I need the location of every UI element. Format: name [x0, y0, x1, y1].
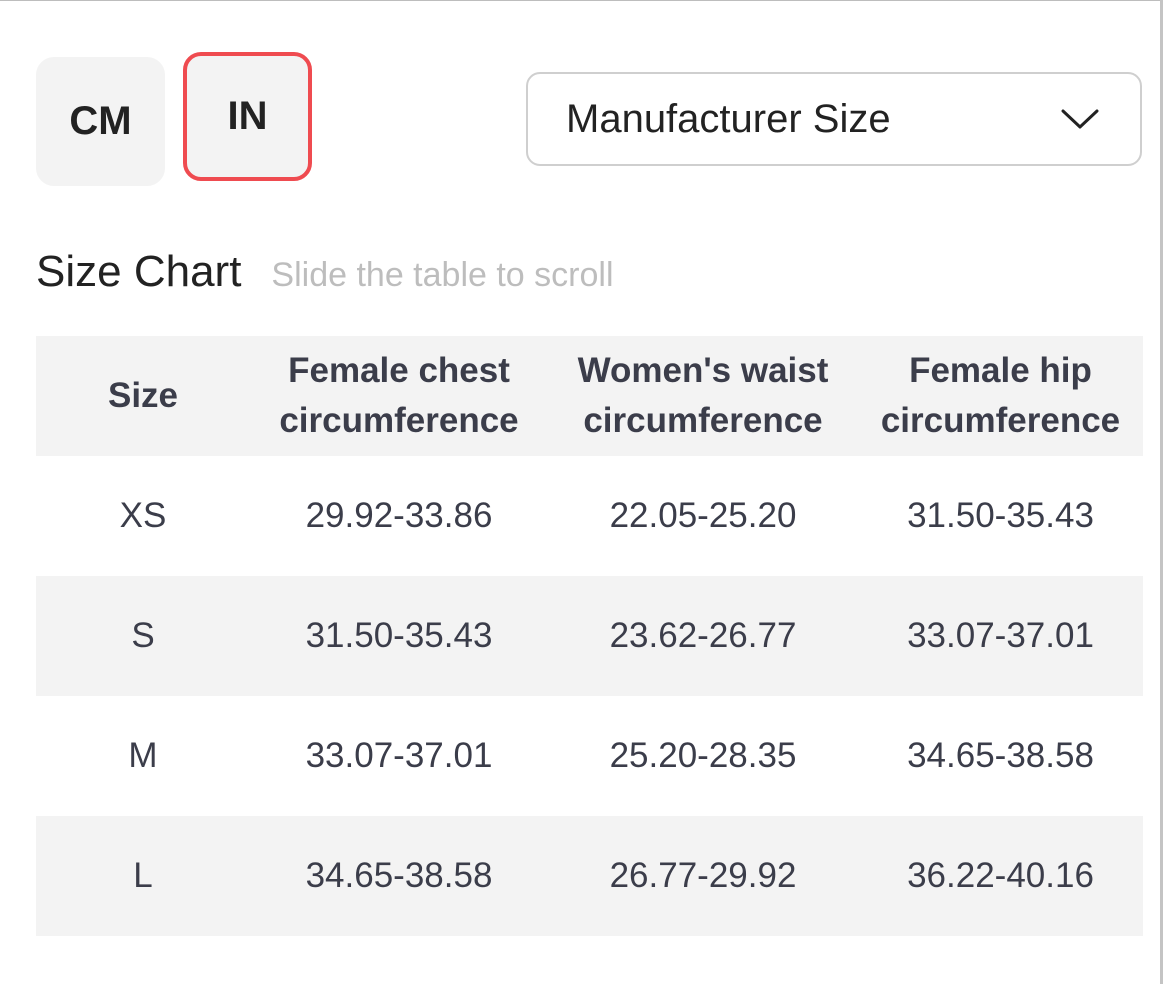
cell-size: S [131, 616, 155, 655]
header-line: circumference [583, 401, 823, 440]
cell-chest: 34.65-38.58 [305, 856, 493, 895]
table-row: L 34.65-38.58 26.77-29.92 36.22-40.16 [36, 816, 1143, 936]
cell-chest: 31.50-35.43 [305, 616, 493, 655]
table-row: XS 29.92-33.86 22.05-25.20 31.50-35.43 [36, 456, 1143, 576]
cell-waist: 25.20-28.35 [609, 736, 797, 775]
cell-hip: 34.65-38.58 [907, 736, 1094, 775]
column-header-waist: Women's waist circumference [548, 336, 858, 456]
table-header-row: Size Female chest circumference Women's … [36, 336, 1143, 456]
chevron-down-icon [1060, 107, 1100, 131]
cell-hip: 31.50-35.43 [907, 496, 1094, 535]
cell-hip: 36.22-40.16 [907, 856, 1094, 895]
dropdown-selected-value: Manufacturer Size [566, 96, 891, 141]
size-chart-table[interactable]: Size Female chest circumference Women's … [36, 336, 1143, 936]
cell-hip: 33.07-37.01 [907, 616, 1094, 655]
cell-size: M [128, 736, 158, 775]
scrollbar-track[interactable] [1160, 0, 1168, 984]
header-line: Female chest [288, 351, 510, 390]
unit-cm-button[interactable]: CM [36, 57, 165, 186]
cell-size: L [133, 856, 153, 895]
header-line: Female hip [909, 351, 1092, 390]
size-chart-title: Size Chart [36, 247, 242, 296]
top-divider [0, 0, 1168, 1]
scroll-hint: Slide the table to scroll [271, 256, 614, 294]
column-header-size: Size [36, 336, 250, 456]
cell-chest: 33.07-37.01 [305, 736, 493, 775]
header-line: circumference [880, 401, 1121, 440]
size-standard-dropdown[interactable]: Manufacturer Size [526, 72, 1142, 166]
header-line: circumference [279, 401, 519, 440]
size-chart-heading: Size Chart Slide the table to scroll [36, 247, 614, 297]
table-row: S 31.50-35.43 23.62-26.77 33.07-37.01 [36, 576, 1143, 696]
column-header-chest: Female chest circumference [250, 336, 548, 456]
header-line: Size [107, 376, 179, 415]
cell-size: XS [119, 496, 167, 535]
unit-in-button[interactable]: IN [183, 52, 312, 181]
cell-chest: 29.92-33.86 [305, 496, 493, 535]
cell-waist: 22.05-25.20 [609, 496, 797, 535]
header-line: Women's waist [577, 351, 829, 390]
column-header-hip: Female hip circumference [858, 336, 1143, 456]
cell-waist: 23.62-26.77 [609, 616, 797, 655]
cell-waist: 26.77-29.92 [609, 856, 797, 895]
table-row: M 33.07-37.01 25.20-28.35 34.65-38.58 [36, 696, 1143, 816]
